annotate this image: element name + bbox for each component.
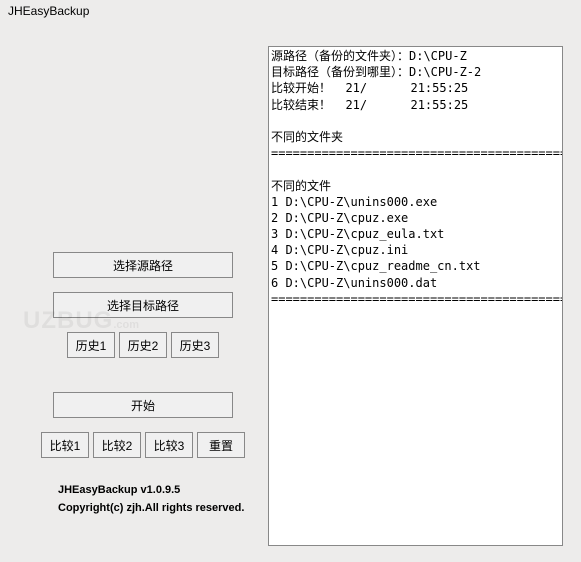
- compare2-button[interactable]: 比较2: [93, 432, 141, 458]
- watermark-sub: .com: [113, 319, 139, 331]
- main-content: UZBUG.com 选择源路径 选择目标路径 历史1 历史2 历史3 开始 比较…: [0, 22, 581, 546]
- select-source-button[interactable]: 选择源路径: [53, 252, 233, 278]
- history-row: 历史1 历史2 历史3: [38, 332, 248, 358]
- log-panel: 源路径（备份的文件夹）：D:\CPU-Z 目标路径（备份到哪里）：D:\CPU-…: [268, 22, 573, 546]
- history1-button[interactable]: 历史1: [67, 332, 115, 358]
- compare1-button[interactable]: 比较1: [41, 432, 89, 458]
- select-target-button[interactable]: 选择目标路径: [53, 292, 233, 318]
- footer: JHEasyBackup v1.0.9.5 Copyright(c) zjh.A…: [38, 482, 248, 517]
- history2-button[interactable]: 历史2: [119, 332, 167, 358]
- start-button[interactable]: 开始: [53, 392, 233, 418]
- compare-row: 比较1 比较2 比较3 重置: [38, 432, 248, 458]
- controls-panel: UZBUG.com 选择源路径 选择目标路径 历史1 历史2 历史3 开始 比较…: [8, 22, 268, 546]
- reset-button[interactable]: 重置: [197, 432, 245, 458]
- copyright-label: Copyright(c) zjh.All rights reserved.: [58, 500, 248, 518]
- log-output: 源路径（备份的文件夹）：D:\CPU-Z 目标路径（备份到哪里）：D:\CPU-…: [268, 46, 563, 546]
- window-title: JHEasyBackup: [0, 0, 581, 22]
- history3-button[interactable]: 历史3: [171, 332, 219, 358]
- version-label: JHEasyBackup v1.0.9.5: [58, 482, 248, 500]
- compare3-button[interactable]: 比较3: [145, 432, 193, 458]
